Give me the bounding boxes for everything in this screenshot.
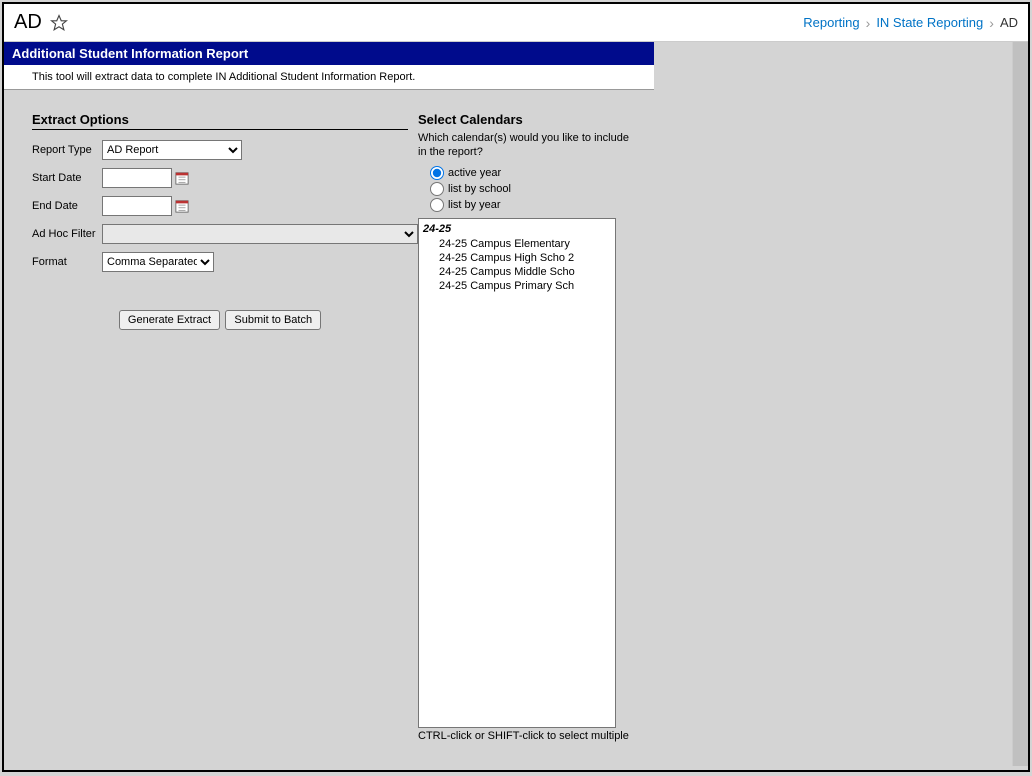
calendar-listbox[interactable]: 24-25 24-25 Campus Elementary 24-25 Camp… xyxy=(418,218,616,728)
report-banner: Additional Student Information Report xyxy=(4,42,654,65)
format-select[interactable]: Comma Separated xyxy=(102,252,214,272)
breadcrumb-current: AD xyxy=(1000,15,1018,30)
submit-to-batch-button[interactable]: Submit to Batch xyxy=(225,310,321,330)
radio-list-by-school-input[interactable] xyxy=(430,182,444,196)
start-date-input[interactable] xyxy=(102,168,172,188)
page-scrollbar[interactable] xyxy=(1012,42,1028,766)
select-calendars-description: Which calendar(s) would you like to incl… xyxy=(418,131,640,160)
calendar-icon[interactable] xyxy=(174,170,190,186)
report-type-label: Report Type xyxy=(32,144,102,156)
favorite-star-icon[interactable] xyxy=(50,14,68,32)
radio-list-by-school-label: list by school xyxy=(448,183,511,195)
breadcrumb-reporting[interactable]: Reporting xyxy=(803,15,859,30)
generate-extract-button[interactable]: Generate Extract xyxy=(119,310,220,330)
radio-list-by-year-input[interactable] xyxy=(430,198,444,212)
breadcrumb-state-reporting[interactable]: IN State Reporting xyxy=(876,15,983,30)
chevron-right-icon: › xyxy=(864,15,873,31)
format-label: Format xyxy=(32,256,102,268)
end-date-label: End Date xyxy=(32,200,102,212)
radio-list-by-school[interactable]: list by school xyxy=(430,182,640,196)
multiselect-hint: CTRL-click or SHIFT-click to select mult… xyxy=(418,730,640,742)
radio-active-year[interactable]: active year xyxy=(430,166,640,180)
calendar-icon[interactable] xyxy=(174,198,190,214)
report-description: This tool will extract data to complete … xyxy=(4,65,654,89)
end-date-input[interactable] xyxy=(102,196,172,216)
radio-active-year-label: active year xyxy=(448,167,501,179)
report-type-select[interactable]: AD Report xyxy=(102,140,242,160)
extract-options-heading: Extract Options xyxy=(32,112,408,130)
radio-list-by-year[interactable]: list by year xyxy=(430,198,640,212)
calendar-item[interactable]: 24-25 Campus High Scho 2 xyxy=(419,251,615,265)
adhoc-filter-select[interactable] xyxy=(102,224,418,244)
scrollbar-thumb[interactable] xyxy=(1013,42,1028,766)
adhoc-filter-label: Ad Hoc Filter xyxy=(32,228,102,240)
radio-active-year-input[interactable] xyxy=(430,166,444,180)
calendar-item[interactable]: 24-25 Campus Elementary xyxy=(419,237,615,251)
calendar-item[interactable]: 24-25 Campus Middle Scho xyxy=(419,265,615,279)
calendar-item[interactable]: 24-25 Campus Primary Sch xyxy=(419,279,615,293)
select-calendars-heading: Select Calendars xyxy=(418,112,640,127)
breadcrumb: Reporting › IN State Reporting › AD xyxy=(803,15,1018,31)
page-title: AD xyxy=(14,11,68,34)
radio-list-by-year-label: list by year xyxy=(448,199,501,211)
calendar-year-group[interactable]: 24-25 xyxy=(419,221,615,237)
header-bar: AD Reporting › IN State Reporting › AD xyxy=(4,4,1028,42)
page-title-text: AD xyxy=(14,11,42,34)
chevron-right-icon: › xyxy=(987,15,996,31)
start-date-label: Start Date xyxy=(32,172,102,184)
